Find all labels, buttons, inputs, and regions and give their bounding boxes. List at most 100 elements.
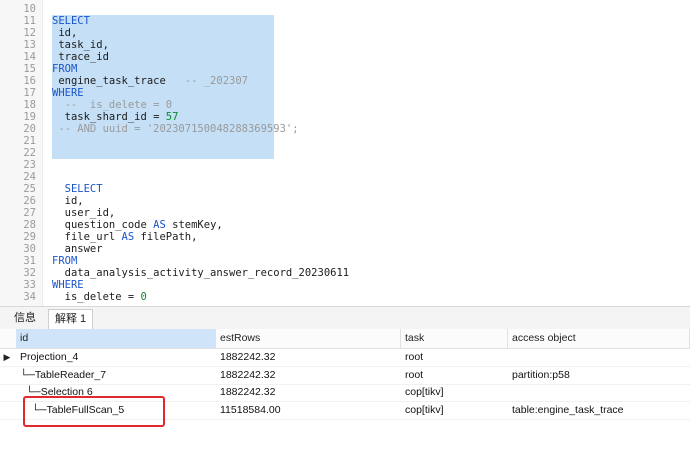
code-token: AS [153,219,166,231]
cell-access-object: table:engine_task_trace [512,403,624,416]
code-token: 57 [165,111,179,123]
code-line[interactable]: 22 [0,147,690,159]
line-number: 30 [23,243,36,255]
cell-access-object [508,349,690,366]
cell-access-object [508,384,690,401]
code-line[interactable]: 31 FROM [0,255,690,267]
code-token: -- is_delete = 0 [52,99,173,111]
code-token: answer [52,243,103,255]
line-number: 32 [23,267,36,279]
code-token: id, [52,27,78,39]
column-header-access-object[interactable]: access object [508,329,690,348]
line-number: 27 [23,207,36,219]
code-line[interactable]: 10 [0,3,690,15]
code-line[interactable]: 18 -- is_delete = 0 [0,99,690,111]
line-number: 26 [23,195,36,207]
grid-header: id estRows task access object [0,329,690,349]
code-text: FROM [52,63,77,75]
cell-task: root [405,368,424,381]
code-token: -- AND uuid = '202307150048288369593'; [52,123,299,135]
code-token: 0 [140,291,147,303]
cell-estrows: 11518584.00 [220,403,281,416]
code-line[interactable]: 24 [0,171,690,183]
code-line[interactable]: 25 SELECT [0,183,690,195]
code-token: engine_task_trace [52,75,185,87]
code-text: id, [52,27,77,39]
code-token: id, [52,195,84,207]
line-number: 12 [23,27,36,39]
tab-explain[interactable]: 解释 1 [48,309,94,330]
code-text: WHERE [52,279,84,291]
column-header-task[interactable]: task [401,329,508,348]
code-line[interactable]: 34 is_delete = 0 [0,291,690,303]
code-text: task_id, [52,39,109,51]
result-tabs: 信息 解释 1 [0,306,690,330]
code-token: task_shard_id = [52,111,166,123]
sql-editor[interactable]: 10 11 SELECT 12 id, 13 task_id, 14 trace_id 15… [0,0,690,306]
code-line[interactable]: 23 [0,159,690,171]
highlight-annotation-box [23,396,165,427]
code-token: WHERE [52,279,84,291]
row-selector-icon [0,402,14,419]
code-line[interactable]: 21 [0,135,690,147]
table-row[interactable]: └─TableReader_7 1882242.32 root partition:p… [0,367,690,385]
line-number: 11 [23,15,36,27]
line-number: 15 [23,63,36,75]
cell-id: Projection_4 [20,351,79,363]
code-line[interactable]: 13 task_id, [0,39,690,51]
code-line[interactable]: 32 data_analysis_activity_answer_record_… [0,267,690,279]
cell-task: cop[tikv] [405,386,444,398]
column-header-id[interactable]: id [16,329,216,348]
code-text: -- AND uuid = '202307150048288369593'; [52,123,299,135]
code-token: stemKey, [165,219,223,231]
code-token: file_url [52,231,122,243]
code-token: SELECT [52,15,90,27]
column-header-estrows[interactable]: estRows [216,329,401,348]
code-text: data_analysis_activity_answer_record_202… [52,267,349,279]
code-token: AS [121,231,135,243]
cell-estrows: 1882242.32 [220,386,276,398]
row-selector-icon: ▶ [3,352,11,362]
code-token: question_code [52,219,154,231]
line-number: 10 [23,3,36,15]
line-number: 29 [23,231,36,243]
cell-task: cop[tikv] [405,403,444,416]
code-token: -- _202307 [184,75,248,87]
code-line[interactable]: 30 answer [0,243,690,255]
code-text: SELECT [52,15,90,27]
table-row[interactable]: ▶ Projection_4 1882242.32 root [0,349,690,367]
cell-estrows: 1882242.32 [220,351,276,363]
code-text: answer [52,243,103,255]
line-number: 34 [23,291,36,303]
code-line[interactable]: 29 file_url AS filePath, [0,231,690,243]
line-number: 16 [23,75,36,87]
line-number: 17 [23,87,36,99]
code-line[interactable]: 17 WHERE [0,87,690,99]
code-line[interactable]: 28 question_code AS stemKey, [0,219,690,231]
code-line[interactable]: 16 engine_task_trace -- _202307 [0,75,690,87]
line-number: 13 [23,39,36,51]
code-line[interactable]: 26 id, [0,195,690,207]
line-number: 31 [23,255,36,267]
cell-id: └─TableReader_7 [20,368,107,381]
code-text: trace_id [52,51,109,63]
code-line[interactable]: 20 -- AND uuid = '202307150048288369593'… [0,123,690,135]
code-line[interactable]: 11 SELECT [0,15,690,27]
code-text: id, [52,195,84,207]
code-line[interactable]: 19 task_shard_id = 57 [0,111,690,123]
code-line[interactable]: 33 WHERE [0,279,690,291]
tab-info[interactable]: 信息 [8,309,42,328]
code-line[interactable]: 12 id, [0,27,690,39]
code-text: task_shard_id = 57 [52,111,179,123]
code-line[interactable]: 15 FROM [0,63,690,75]
code-line[interactable]: 27 user_id, [0,207,690,219]
code-line[interactable]: 14 trace_id [0,51,690,63]
code-token: WHERE [52,87,84,99]
line-number: 28 [23,219,36,231]
code-token: trace_id [52,51,109,63]
code-text: user_id, [52,207,116,219]
code-token: FROM [52,255,78,267]
code-token: SELECT [52,183,103,195]
line-number: 19 [23,111,36,123]
line-number: 18 [23,99,36,111]
